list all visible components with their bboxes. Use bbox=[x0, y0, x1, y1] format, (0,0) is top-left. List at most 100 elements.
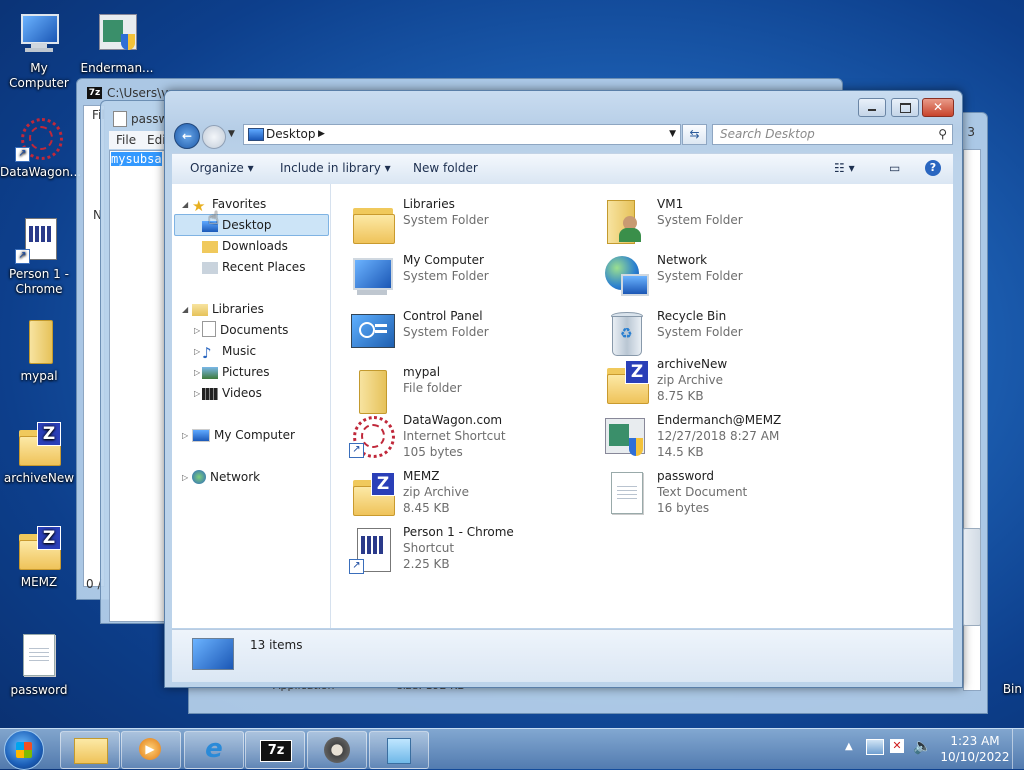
back-button[interactable]: ← bbox=[174, 123, 200, 149]
zip-archive-icon: Z bbox=[15, 524, 63, 572]
nav-pictures[interactable]: Pictures bbox=[202, 362, 270, 382]
desktop-icon-label: Person 1 - Chrome bbox=[9, 267, 69, 296]
network-icon bbox=[192, 470, 206, 484]
include-in-library-button[interactable]: Include in library ▾ bbox=[280, 161, 391, 175]
music-icon: ♪ bbox=[202, 344, 212, 362]
explorer-folder-icon bbox=[74, 738, 108, 764]
selected-text[interactable]: mysubsa bbox=[111, 152, 162, 166]
desktop-icon-label: DataWagon... bbox=[0, 165, 82, 179]
desktop-icon-label: password bbox=[10, 683, 68, 697]
desktop-icon-label: archiveNew bbox=[3, 471, 75, 485]
close-button[interactable]: 3 bbox=[967, 125, 975, 139]
taskbar-notepad[interactable] bbox=[369, 731, 429, 769]
network-globe-icon bbox=[603, 254, 651, 302]
taskbar-internet-explorer[interactable]: e bbox=[184, 731, 244, 769]
desktop-icon-datawagon[interactable]: ↗ DataWagon... bbox=[0, 114, 82, 180]
computer-icon bbox=[192, 429, 210, 442]
action-center-flag-icon[interactable]: ✕ bbox=[890, 739, 904, 753]
mouse-cursor-hand-icon: ☝ bbox=[208, 208, 219, 229]
nav-libraries[interactable]: Libraries bbox=[192, 299, 264, 319]
preview-pane-icon[interactable]: ▭ bbox=[889, 161, 900, 175]
nav-downloads[interactable]: Downloads bbox=[202, 236, 288, 256]
details-pane: 13 items bbox=[172, 629, 953, 682]
app-window-icon: ↗ bbox=[15, 216, 63, 264]
minimize-button[interactable] bbox=[858, 98, 886, 117]
desktop-icon-enderman[interactable]: Enderman... bbox=[78, 10, 156, 76]
refresh-button[interactable]: ⇆ bbox=[682, 124, 707, 145]
show-hidden-icons-button[interactable]: ▲ bbox=[845, 741, 853, 752]
maximize-button[interactable] bbox=[891, 98, 919, 117]
star-pattern-icon: ↗ bbox=[15, 114, 63, 162]
desktop-icon-my-computer[interactable]: My Computer bbox=[0, 10, 78, 91]
network-tray-icon[interactable] bbox=[866, 739, 884, 755]
search-input[interactable]: Search Desktop ⚲ bbox=[712, 124, 953, 145]
downloads-folder-icon bbox=[202, 241, 218, 253]
nav-videos[interactable]: Videos bbox=[202, 383, 262, 403]
desktop-icon-password[interactable]: password bbox=[0, 632, 78, 698]
taskbar-7zip[interactable]: 7z bbox=[245, 731, 305, 769]
change-view-icon[interactable]: ☷ ▾ bbox=[834, 161, 855, 175]
taskbar-explorer[interactable] bbox=[60, 731, 120, 769]
taskbar-media-player[interactable]: ▶ bbox=[121, 731, 181, 769]
nav-favorites[interactable]: ★ Favorites bbox=[192, 194, 266, 215]
folder-icon bbox=[15, 318, 63, 366]
search-icon: ⚲ bbox=[938, 127, 947, 141]
address-bar[interactable]: Desktop ▶ ▼ bbox=[243, 124, 681, 145]
desktop-icon-archivenew[interactable]: Z archiveNew bbox=[0, 420, 78, 486]
nav-network[interactable]: Network bbox=[192, 467, 260, 487]
desktop-icon-memz[interactable]: Z MEMZ bbox=[0, 524, 78, 590]
clock-date: 10/10/2022 bbox=[940, 750, 1010, 764]
internet-explorer-icon: e bbox=[205, 734, 223, 764]
shortcut-arrow-icon: ↗ bbox=[349, 443, 364, 458]
menu-file[interactable]: File bbox=[116, 133, 136, 147]
star-icon: ★ bbox=[192, 197, 206, 215]
desktop-icon-mypal[interactable]: mypal bbox=[0, 318, 78, 384]
organize-button[interactable]: Organize ▾ bbox=[190, 161, 254, 175]
folder-icon bbox=[349, 366, 397, 414]
navigation-pane: ◢ ★ Favorites Desktop Downloads Recent Pl… bbox=[172, 184, 331, 628]
search-placeholder: Search Desktop bbox=[720, 127, 815, 141]
raccoon-icon bbox=[324, 737, 350, 763]
breadcrumb-chevron-icon[interactable]: ▶ bbox=[318, 125, 325, 144]
videos-icon bbox=[202, 388, 218, 400]
new-folder-button[interactable]: New folder bbox=[413, 161, 478, 175]
start-button[interactable] bbox=[4, 730, 44, 770]
zip-archive-icon: Z bbox=[15, 420, 63, 468]
forward-button[interactable] bbox=[202, 125, 226, 149]
desktop-location-icon bbox=[248, 128, 264, 141]
show-desktop-button[interactable] bbox=[1012, 729, 1024, 769]
desktop-icon-label: Enderman... bbox=[80, 61, 154, 75]
libraries-icon bbox=[192, 304, 208, 316]
shortcut-arrow-icon: ↗ bbox=[15, 249, 30, 264]
desktop-icon-person1-chrome[interactable]: ↗ Person 1 - Chrome bbox=[0, 216, 78, 297]
nav-my-computer[interactable]: My Computer bbox=[192, 425, 295, 445]
nav-music[interactable]: ♪ Music bbox=[202, 341, 256, 362]
shortcut-arrow-icon: ↗ bbox=[15, 147, 30, 162]
clock-time: 1:23 AM bbox=[950, 734, 1000, 748]
7zip-app-icon: 7z bbox=[260, 740, 292, 762]
volume-icon[interactable]: 🔈 bbox=[913, 737, 932, 755]
zip-archive-icon: Z bbox=[603, 358, 651, 406]
documents-icon bbox=[202, 321, 216, 337]
scrollbar[interactable] bbox=[963, 528, 981, 626]
computer-icon bbox=[349, 254, 397, 302]
address-dropdown-icon[interactable]: ▼ bbox=[669, 125, 676, 144]
control-panel-icon bbox=[349, 310, 397, 358]
close-button[interactable]: ✕ bbox=[922, 98, 954, 117]
7zip-app-icon: 7z bbox=[87, 87, 102, 99]
taskbar-raccoon-app[interactable] bbox=[307, 731, 367, 769]
help-icon[interactable]: ? bbox=[925, 160, 941, 176]
command-bar: Organize ▾ Include in library ▾ New fold… bbox=[172, 153, 953, 185]
media-player-icon: ▶ bbox=[139, 738, 161, 760]
nav-documents[interactable]: Documents bbox=[202, 320, 288, 340]
clock[interactable]: 1:23 AM 10/10/2022 bbox=[940, 733, 1010, 765]
item-count: 13 items bbox=[250, 638, 303, 652]
nav-recent-places[interactable]: Recent Places bbox=[202, 257, 305, 277]
recent-places-icon bbox=[202, 262, 218, 274]
explorer-window[interactable]: ✕ ← ▼ Desktop ▶ ▼ ⇆ Search Desktop ⚲ Org… bbox=[164, 90, 963, 688]
recent-pages-dropdown[interactable]: ▼ bbox=[228, 129, 235, 139]
zip-archive-icon: Z bbox=[349, 470, 397, 518]
menu-edit[interactable]: Edi bbox=[147, 133, 166, 147]
program-shield-icon bbox=[93, 10, 141, 58]
text-document-icon bbox=[603, 470, 651, 518]
